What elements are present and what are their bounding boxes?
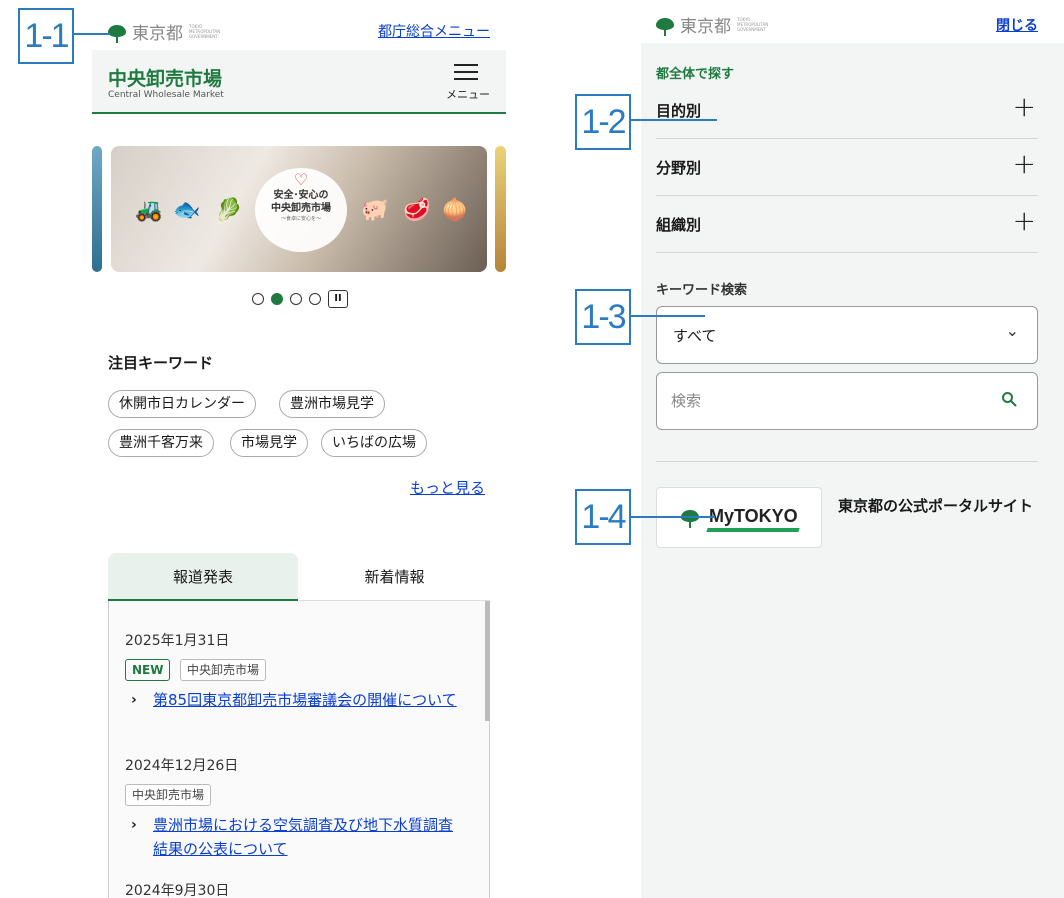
forklift-icon: 🚜 [135,198,163,223]
site-title[interactable]: 中央卸売市場 [108,64,222,91]
search-icon[interactable] [1001,391,1017,407]
search-input[interactable] [671,389,971,413]
tab-press-release[interactable]: 報道発表 [108,553,298,601]
news-date: 2025年1月31日 [125,633,230,649]
tokyo-logo-small-text: TOKYO METROPOLITAN GOVERNMENT [737,16,769,32]
accordion-by-organization[interactable]: 組織別 + [656,196,1038,253]
tokyo-logo-small-text: TOKYO METROPOLITAN GOVERNMENT [189,23,221,39]
plus-icon: + [1012,90,1036,123]
site-header: 中央卸売市場 Central Wholesale Market メニュー [92,50,506,114]
onion-icon: 🧅 [441,198,469,223]
carousel-next-slide[interactable] [495,146,506,272]
search-scope-select[interactable]: すべて ⌄ [656,306,1038,364]
search-box [656,372,1038,430]
carousel-dot-1[interactable] [252,293,264,305]
carousel-prev-slide[interactable] [92,146,102,272]
callout-1-4: 1-4 [575,489,631,545]
keywords-title: 注目キーワード [108,354,214,372]
news-link[interactable]: 豊洲市場における空気調査及び地下水質調査結果の公表について [153,813,465,861]
carousel-pagination: II [252,290,348,308]
callout-1-2: 1-2 [575,94,631,150]
chevron-down-icon: ⌄ [1005,321,1019,340]
news-scrollbar[interactable] [485,601,490,721]
accordion-label: 分野別 [656,159,702,177]
hamburger-menu-icon[interactable] [454,64,478,80]
callout-1-1: 1-1 [18,8,74,64]
callout-line [74,33,110,35]
menu-label[interactable]: メニュー [446,86,490,102]
plus-icon: + [1012,147,1036,180]
search-scope-value: すべて [673,327,717,345]
chevron-right-icon: › [131,817,137,833]
carousel-dot-3[interactable] [290,293,302,305]
banner-line1: 安全･安心の [273,190,329,201]
banner-center-badge: ♡ 安全･安心の 中央卸売市場 〜食卓に安心を〜 [255,168,347,252]
keyword-chip[interactable]: いちばの広場 [321,429,427,457]
callout-line [631,315,705,317]
keyword-search-label: キーワード検索 [656,283,748,298]
news-date: 2024年12月26日 [125,758,239,774]
plus-icon: + [1012,204,1036,237]
mytokyo-logo-text: MyTOKYO [709,506,798,526]
meat-icon: 🥩 [403,198,431,223]
news-link[interactable]: 第85回東京都卸売市場審議会の開催について [153,688,465,712]
search-all-title: 都全体で探す [656,67,735,82]
tokyo-leaf-icon [656,18,674,36]
keyword-chip[interactable]: 豊洲千客万来 [108,429,214,457]
chevron-right-icon: › [131,692,137,708]
callout-1-3: 1-3 [575,289,631,345]
tokyo-logo-text: 東京都 [132,23,183,44]
carousel-dot-4[interactable] [309,293,321,305]
left-logo[interactable]: 東京都 TOKYO METROPOLITAN GOVERNMENT [108,20,223,44]
keyword-chip[interactable]: 休開市日カレンダー [108,390,256,418]
banner-line2: 中央卸売市場 [271,203,331,214]
accordion-by-field[interactable]: 分野別 + [656,139,1038,196]
site-subtitle: Central Wholesale Market [108,90,224,100]
portal-site-text[interactable]: 東京都の公式ポータルサイト [838,494,1038,519]
callout-line [631,119,717,121]
banner-line3: 〜食卓に安心を〜 [280,216,321,222]
tokyo-logo-text: 東京都 [680,16,731,37]
callout-line [631,516,715,518]
pig-icon: 🐖 [361,198,389,223]
carousel-dot-2[interactable] [271,293,283,305]
heart-icon: ♡ [293,170,309,189]
keyword-chip[interactable]: 市場見学 [230,429,308,457]
accordion-label: 組織別 [656,216,702,234]
mytokyo-underline [706,528,800,532]
category-badge: 中央卸売市場 [125,784,212,806]
fish-icon: 🐟 [173,198,201,223]
tokyo-leaf-icon [108,25,126,43]
close-menu-link[interactable]: 閉じる [996,15,1038,35]
keyword-chip[interactable]: 豊洲市場見学 [279,390,385,418]
right-logo[interactable]: 東京都 TOKYO METROPOLITAN GOVERNMENT [656,13,771,37]
carousel-pause-button[interactable]: II [328,290,348,308]
category-badge: 中央卸売市場 [180,659,267,681]
tab-new-info[interactable]: 新着情報 [299,553,490,601]
accordion-by-purpose[interactable]: 目的別 + [656,82,1038,139]
carousel-banner[interactable]: 🚜 🐟 🥬 ♡ 安全･安心の 中央卸売市場 〜食卓に安心を〜 🐖 🥩 🧅 [111,146,487,272]
new-badge: NEW [125,659,171,681]
more-keywords-link[interactable]: もっと見る [410,477,485,498]
news-date: 2024年9月30日 [125,883,230,898]
metropolitan-menu-link[interactable]: 都庁総合メニュー [378,21,490,41]
divider [656,461,1038,462]
vegetable-icon: 🥬 [215,198,243,223]
accordion-label: 目的別 [656,102,702,120]
